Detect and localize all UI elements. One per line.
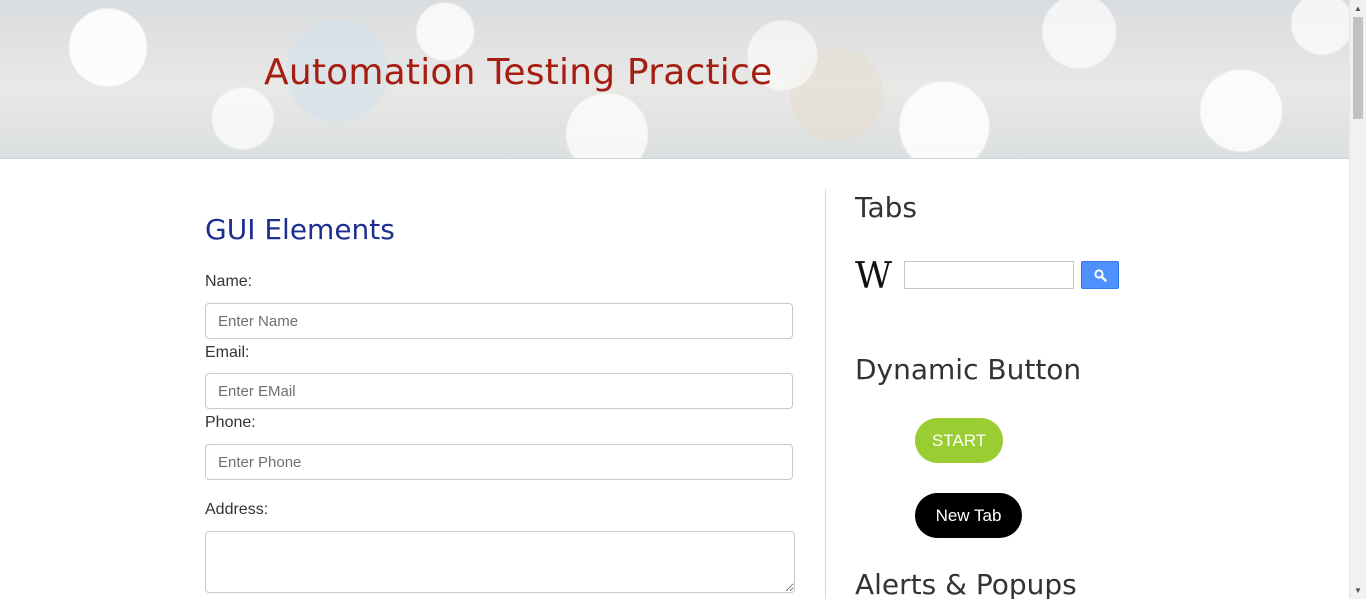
site-title: Automation Testing Practice — [264, 52, 773, 93]
wikipedia-search-button[interactable] — [1081, 261, 1119, 289]
phone-input[interactable] — [205, 444, 793, 480]
email-label: Email: — [205, 344, 250, 361]
main-content: GUI Elements Name: Email: Phone: Address… — [0, 159, 1349, 599]
wikipedia-search-input[interactable] — [904, 261, 1074, 289]
wikipedia-logo-icon: W — [855, 256, 892, 297]
column-divider — [825, 189, 826, 599]
search-icon — [1093, 268, 1107, 282]
name-label: Name: — [205, 273, 253, 290]
start-button[interactable]: START — [915, 418, 1003, 463]
email-input[interactable] — [205, 373, 793, 409]
name-input[interactable] — [205, 303, 793, 339]
new-tab-button[interactable]: New Tab — [915, 493, 1022, 538]
address-label: Address: — [205, 501, 269, 518]
site-header: Automation Testing Practice — [0, 0, 1349, 159]
vertical-scrollbar[interactable]: ▲ ▼ — [1349, 0, 1366, 599]
phone-label: Phone: — [205, 414, 256, 431]
tabs-title: Tabs — [855, 191, 917, 224]
address-textarea[interactable] — [205, 531, 795, 593]
page: Automation Testing Practice GUI Elements… — [0, 0, 1366, 599]
alerts-popups-title: Alerts & Popups — [855, 568, 1077, 599]
chevron-down-icon[interactable]: ▼ — [1350, 582, 1366, 599]
chevron-up-icon[interactable]: ▲ — [1350, 0, 1366, 17]
dynamic-button-title: Dynamic Button — [855, 353, 1082, 386]
scrollbar-thumb[interactable] — [1353, 17, 1363, 119]
gui-elements-title: GUI Elements — [205, 213, 395, 246]
